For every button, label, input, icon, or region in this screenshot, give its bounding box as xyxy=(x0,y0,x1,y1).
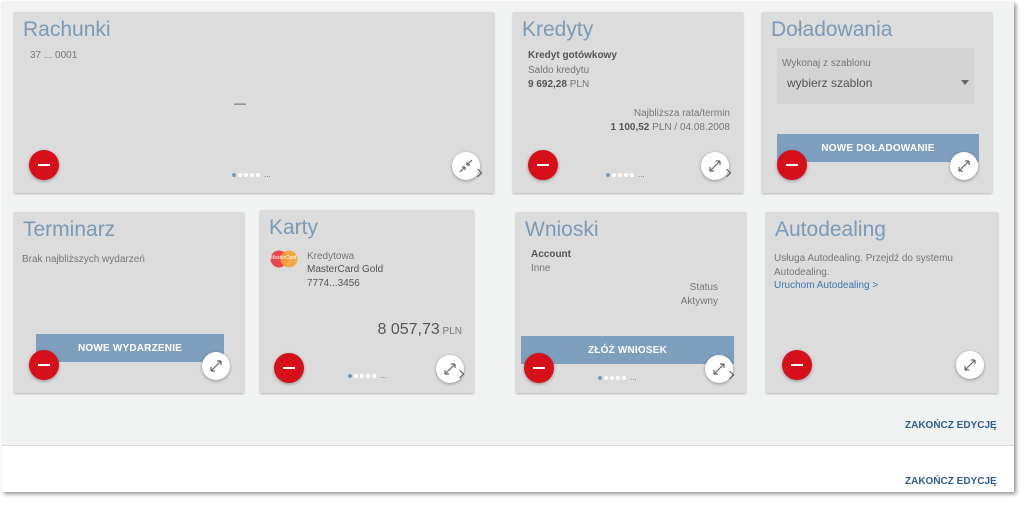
credit-name: Kredyt gotówkowy xyxy=(528,50,617,61)
widget-title: Karty xyxy=(269,216,319,239)
pager-ellipsis: ... xyxy=(380,371,387,380)
pager-dot[interactable] xyxy=(366,374,370,378)
dashboard-edit-area: Rachunki 37 ... 0001 — ... Kredyty Kredy… xyxy=(2,2,1014,446)
remove-widget-button[interactable] xyxy=(29,150,59,180)
launch-autodealing-link[interactable]: Uruchom Autodealing > xyxy=(774,280,878,291)
remove-widget-button[interactable] xyxy=(524,353,554,383)
account-number: 37 ... 0001 xyxy=(30,50,78,61)
pager-dot[interactable] xyxy=(348,374,352,378)
pager-dot[interactable] xyxy=(250,173,254,177)
remove-widget-button[interactable] xyxy=(777,150,807,180)
card-name: MasterCard Gold xyxy=(307,264,384,275)
pager-dots[interactable]: ... xyxy=(606,170,645,179)
remove-widget-button[interactable] xyxy=(29,350,59,380)
caret-down-icon xyxy=(961,80,969,85)
pager-dot[interactable] xyxy=(598,376,602,380)
template-label: Wykonaj z szablonu xyxy=(782,58,871,69)
credit-balance: 9 692,28 PLN xyxy=(528,79,589,90)
widget-title: Rachunki xyxy=(23,18,111,41)
expand-widget-button[interactable] xyxy=(950,152,978,180)
pager-ellipsis: ... xyxy=(264,170,271,179)
pager-dots[interactable]: ... xyxy=(598,373,637,382)
credit-balance-currency: PLN xyxy=(569,79,590,90)
widget-karty: Karty MasterCard Kredytowa MasterCard Go… xyxy=(260,210,474,393)
pager-ellipsis: ... xyxy=(638,170,645,179)
template-value: wybierz szablon xyxy=(787,76,873,90)
card-type: Kredytowa xyxy=(307,251,355,262)
dashboard-frame: Rachunki 37 ... 0001 — ... Kredyty Kredy… xyxy=(2,2,1014,492)
mastercard-logo-text: MasterCard xyxy=(270,255,297,261)
pager-dots[interactable]: ... xyxy=(232,170,271,179)
pager-dot[interactable] xyxy=(604,376,608,380)
autodealing-description-line2: Autodealing. xyxy=(774,267,830,278)
pager-dot[interactable] xyxy=(354,374,358,378)
expand-arrows-icon xyxy=(709,160,721,172)
expand-widget-button[interactable] xyxy=(202,352,230,380)
card-number: 7774...3456 xyxy=(307,278,360,289)
finish-edit-link-bottom[interactable]: ZAKOŃCZ EDYCJĘ xyxy=(905,476,997,487)
widget-wnioski: Wnioski Account Inne Status Aktywny ZŁÓŻ… xyxy=(516,212,746,393)
template-select[interactable]: Wykonaj z szablonu wybierz szablon xyxy=(777,48,974,104)
widget-title: Kredyty xyxy=(522,18,594,41)
expand-arrows-icon xyxy=(713,363,725,375)
next-rate-label: Najbliższa rata/termin xyxy=(633,108,730,119)
card-balance-currency: PLN xyxy=(442,326,462,337)
pager-dot[interactable] xyxy=(618,173,622,177)
autodealing-description-line1: Usługa Autodealing. Przejdź do systemu xyxy=(774,253,953,264)
balance-placeholder: — xyxy=(234,96,246,110)
next-rate-value: 1 100,52 xyxy=(610,122,650,133)
expand-arrows-icon xyxy=(958,160,970,172)
status-value: Aktywny xyxy=(680,296,718,307)
status-label: Status xyxy=(689,282,718,293)
widget-kredyty: Kredyty Kredyt gotówkowy Saldo kredytu 9… xyxy=(513,12,743,193)
card-balance: 8 057,73 PLN xyxy=(377,321,462,339)
widget-title: Wnioski xyxy=(525,218,599,241)
widget-title: Terminarz xyxy=(23,218,116,241)
new-topup-button[interactable]: NOWE DOŁADOWANIE xyxy=(777,134,979,162)
pager-dot[interactable] xyxy=(616,376,620,380)
pager-ellipsis: ... xyxy=(630,373,637,382)
pager-dot[interactable] xyxy=(232,173,236,177)
pager-dot[interactable] xyxy=(630,173,634,177)
remove-widget-button[interactable] xyxy=(274,353,304,383)
pager-dot[interactable] xyxy=(360,374,364,378)
widget-rachunki: Rachunki 37 ... 0001 — ... xyxy=(14,12,494,193)
finish-edit-link-top[interactable]: ZAKOŃCZ EDYCJĘ xyxy=(905,420,997,431)
pager-dot[interactable] xyxy=(256,173,260,177)
collapse-arrows-icon xyxy=(459,159,473,173)
pager-dot[interactable] xyxy=(612,173,616,177)
pager-dot[interactable] xyxy=(622,376,626,380)
application-name: Account xyxy=(531,249,571,260)
widget-autodealing: Autodealing Usługa Autodealing. Przejdź … xyxy=(766,212,998,393)
expand-arrows-icon xyxy=(210,360,222,372)
remove-widget-button[interactable] xyxy=(782,350,812,380)
pager-dot[interactable] xyxy=(372,374,376,378)
pager-dots[interactable]: ... xyxy=(348,371,387,380)
remove-widget-button[interactable] xyxy=(528,150,558,180)
no-events-text: Brak najbliższych wydarzeń xyxy=(22,254,145,265)
pager-dot[interactable] xyxy=(606,173,610,177)
pager-dot[interactable] xyxy=(244,173,248,177)
widget-title: Doładowania xyxy=(771,18,893,41)
pager-dot[interactable] xyxy=(624,173,628,177)
card-balance-value: 8 057,73 xyxy=(377,321,440,338)
next-rate: 1 100,52 PLN / 04.08.2008 xyxy=(610,122,730,133)
next-rate-rest: PLN / 04.08.2008 xyxy=(652,122,730,133)
widget-title: Autodealing xyxy=(775,218,886,241)
expand-arrows-icon xyxy=(964,359,976,371)
widget-doladowania: Doładowania Wykonaj z szablonu wybierz s… xyxy=(762,12,992,193)
new-event-button[interactable]: NOWE WYDARZENIE xyxy=(36,334,224,362)
credit-balance-label: Saldo kredytu xyxy=(528,65,590,76)
pager-dot[interactable] xyxy=(238,173,242,177)
application-category: Inne xyxy=(531,263,551,274)
mastercard-logo: MasterCard xyxy=(269,250,299,268)
widget-terminarz: Terminarz Brak najbliższych wydarzeń NOW… xyxy=(14,212,244,393)
credit-balance-value: 9 692,28 xyxy=(528,79,567,90)
pager-dot[interactable] xyxy=(610,376,614,380)
expand-widget-button[interactable] xyxy=(956,351,984,379)
submit-application-button[interactable]: ZŁÓŻ WNIOSEK xyxy=(521,336,734,364)
